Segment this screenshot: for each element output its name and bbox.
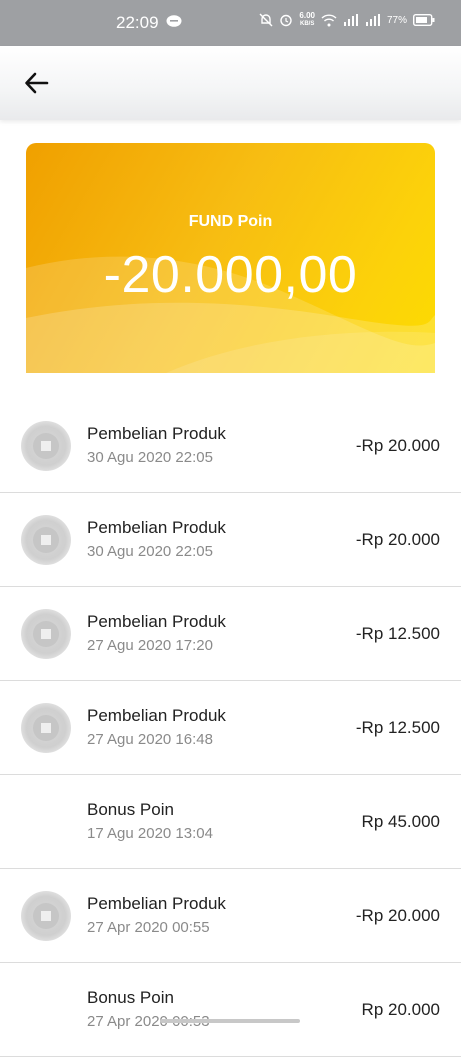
transaction-coin-icon	[21, 703, 71, 753]
back-arrow-icon[interactable]	[22, 68, 52, 98]
signal-icon-2	[365, 14, 380, 26]
transaction-amount: -Rp 20.000	[355, 530, 440, 549]
signal-icon	[343, 14, 358, 26]
notifications-muted-icon	[259, 13, 273, 27]
transaction-date: 17 Agu 2020 13:04	[87, 825, 213, 842]
transaction-coin-icon	[21, 421, 71, 471]
transaction-date: 30 Agu 2020 22:05	[87, 449, 213, 466]
transaction-amount: -Rp 20.000	[355, 436, 440, 455]
balance-label: FUND Poin	[188, 213, 273, 230]
transaction-coin-icon	[21, 891, 71, 941]
transaction-title: Pembelian Produk	[87, 424, 226, 443]
transaction-title: Pembelian Produk	[87, 894, 226, 913]
app-bar	[0, 46, 461, 120]
transaction-title: Bonus Poin	[87, 988, 174, 1007]
transaction-title: Pembelian Produk	[87, 518, 226, 537]
transaction-row[interactable]: Pembelian Produk 30 Agu 2020 22:05 -Rp 2…	[0, 493, 461, 587]
battery-percent: 77%	[386, 14, 407, 26]
transaction-row[interactable]: Pembelian Produk 27 Apr 2020 00:55 -Rp 2…	[0, 869, 461, 963]
status-time: 22:09	[116, 13, 159, 32]
transaction-date: 27 Agu 2020 17:20	[87, 637, 213, 654]
alarm-icon	[280, 14, 293, 27]
transaction-coin-icon	[21, 515, 71, 565]
transaction-title: Bonus Poin	[87, 800, 174, 819]
transaction-list: Pembelian Produk 30 Agu 2020 22:05 -Rp 2…	[0, 399, 461, 1057]
transaction-date: 27 Agu 2020 16:48	[87, 731, 213, 748]
transaction-coin-icon	[21, 609, 71, 659]
status-icons: 6.00 KB/S 77%	[259, 12, 435, 28]
wifi-icon	[321, 13, 337, 26]
battery-icon	[413, 14, 435, 26]
network-speed-unit: KB/S	[300, 21, 315, 27]
transaction-amount: -Rp 12.500	[355, 718, 440, 737]
transaction-title: Pembelian Produk	[87, 706, 226, 725]
network-speed-value: 6.00	[299, 11, 315, 20]
transaction-date: 27 Apr 2020 00:55	[87, 919, 210, 936]
transaction-row[interactable]: Bonus Poin 17 Agu 2020 13:04 Rp 45.000	[0, 775, 461, 869]
transaction-date: 30 Agu 2020 22:05	[87, 543, 213, 560]
transaction-row[interactable]: Bonus Poin 27 Apr 2020 00:53 Rp 20.000	[0, 963, 461, 1057]
transaction-title: Pembelian Produk	[87, 612, 226, 631]
transaction-row[interactable]: Pembelian Produk 27 Agu 2020 17:20 -Rp 1…	[0, 587, 461, 681]
balance-amount: -20.000,00	[103, 246, 358, 304]
chat-notification-icon	[166, 15, 182, 27]
home-indicator[interactable]	[160, 1019, 300, 1023]
balance-card: FUND Poin -20.000,00	[26, 143, 435, 373]
status-bar: 22:09 6.00 KB/S 77%	[0, 0, 461, 46]
transaction-amount: Rp 45.000	[361, 812, 440, 831]
transaction-amount: -Rp 20.000	[355, 906, 440, 925]
transaction-amount: Rp 20.000	[361, 1000, 440, 1019]
transaction-row[interactable]: Pembelian Produk 27 Agu 2020 16:48 -Rp 1…	[0, 681, 461, 775]
network-speed: 6.00 KB/S	[299, 12, 315, 28]
transaction-amount: -Rp 12.500	[355, 624, 440, 643]
transaction-row[interactable]: Pembelian Produk 30 Agu 2020 22:05 -Rp 2…	[0, 399, 461, 493]
